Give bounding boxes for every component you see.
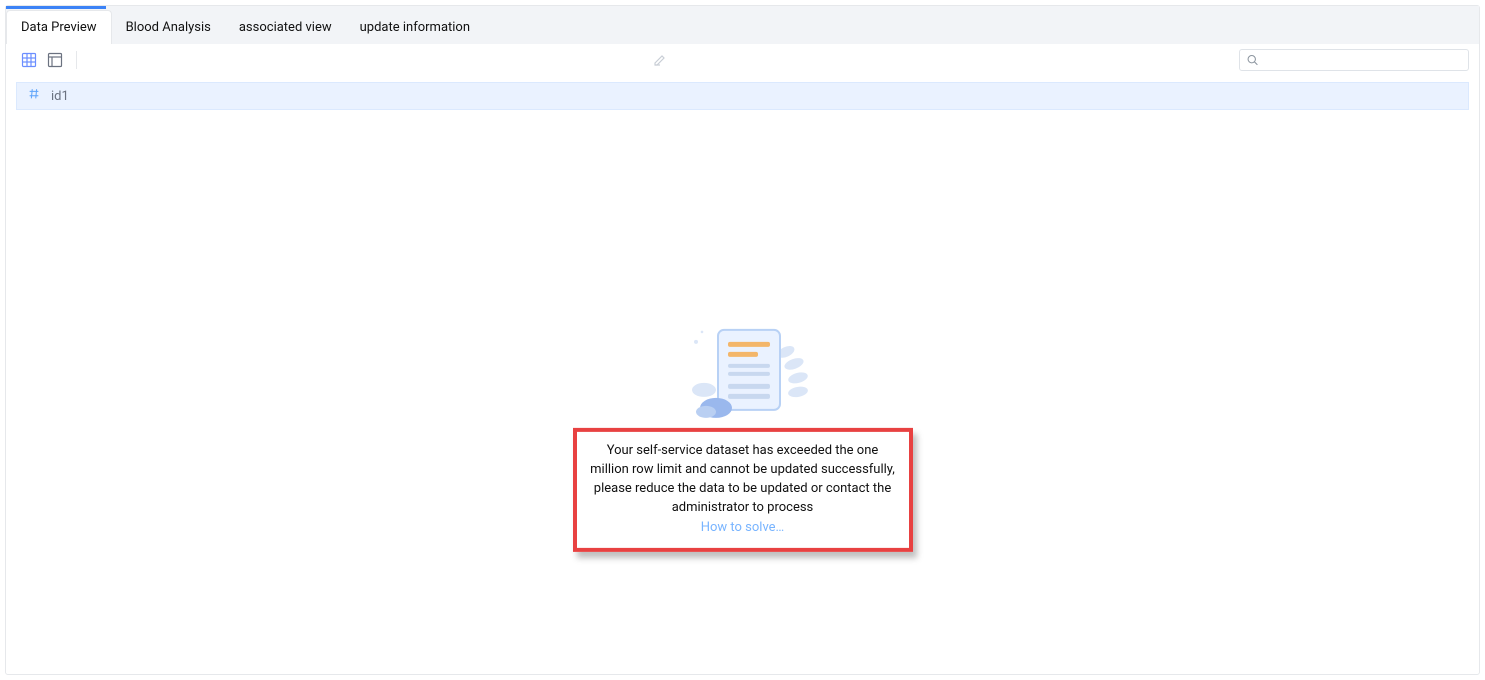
grid-icon[interactable] [20,51,38,69]
empty-state: Your self-service dataset has exceeded t… [573,322,913,552]
tab-blood-analysis[interactable]: Blood Analysis [112,10,225,44]
tab-update-information[interactable]: update information [346,10,484,44]
tab-label: Blood Analysis [126,20,211,35]
tab-label: update information [360,20,470,35]
hash-icon [27,87,41,105]
document-illustration-icon [648,322,838,422]
search-icon [1246,53,1259,67]
content-area: Your self-service dataset has exceeded t… [6,110,1479,674]
layout-icon[interactable] [46,51,64,69]
search-input[interactable] [1259,53,1462,67]
how-to-solve-link[interactable]: How to solve… [589,519,897,538]
tab-associated-view[interactable]: associated view [225,10,346,44]
toolbar [6,44,1479,76]
tabbar: Data Preview Blood Analysis associated v… [6,6,1479,44]
tab-data-preview[interactable]: Data Preview [6,10,112,44]
error-message-text: Your self-service dataset has exceeded t… [590,443,895,515]
column-header-row[interactable]: id1 [16,82,1469,110]
search-box[interactable] [1239,49,1469,71]
error-message-box: Your self-service dataset has exceeded t… [573,428,913,552]
column-name: id1 [51,89,69,104]
toolbar-divider [76,51,77,69]
tab-label: associated view [239,20,332,35]
edit-icon[interactable] [650,50,670,70]
tab-label: Data Preview [21,20,97,35]
